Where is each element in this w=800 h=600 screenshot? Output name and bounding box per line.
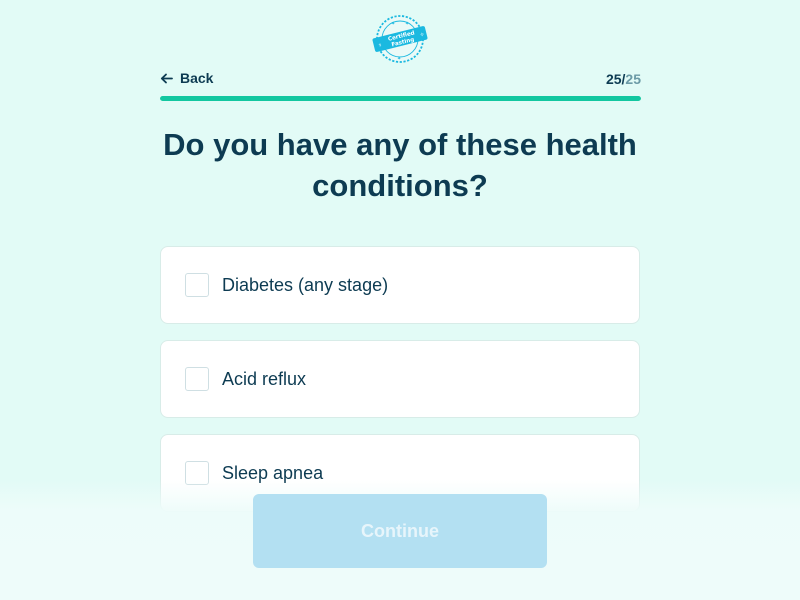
- svg-text:✦: ✦: [391, 21, 395, 27]
- arrow-left-icon: [160, 73, 173, 84]
- step-current: 25: [605, 71, 622, 87]
- question-title: Do you have any of these health conditio…: [163, 127, 637, 203]
- back-button[interactable]: Back: [160, 70, 213, 86]
- svg-text:✦: ✦: [405, 21, 409, 27]
- option-checkbox[interactable]: [185, 367, 209, 391]
- step-total: 25: [625, 71, 641, 87]
- back-label: Back: [180, 70, 214, 86]
- option-label: Diabetes (any stage): [222, 274, 389, 295]
- continue-button[interactable]: Continue: [253, 494, 547, 568]
- option-checkbox[interactable]: [185, 273, 209, 297]
- svg-text:✦: ✦: [397, 56, 401, 62]
- progress-bar: [160, 96, 641, 101]
- certified-fasting-logo: ✦ ✦ ✦ Certified Fasting ♆ ✧: [372, 14, 428, 64]
- progress-bar-fill: [160, 96, 641, 101]
- option-item[interactable]: Acid reflux: [160, 340, 640, 418]
- step-counter: 25/25: [606, 71, 641, 87]
- top-navigation: Back 25/25: [160, 70, 641, 90]
- option-item[interactable]: Diabetes (any stage): [160, 246, 640, 324]
- option-label: Acid reflux: [222, 368, 307, 389]
